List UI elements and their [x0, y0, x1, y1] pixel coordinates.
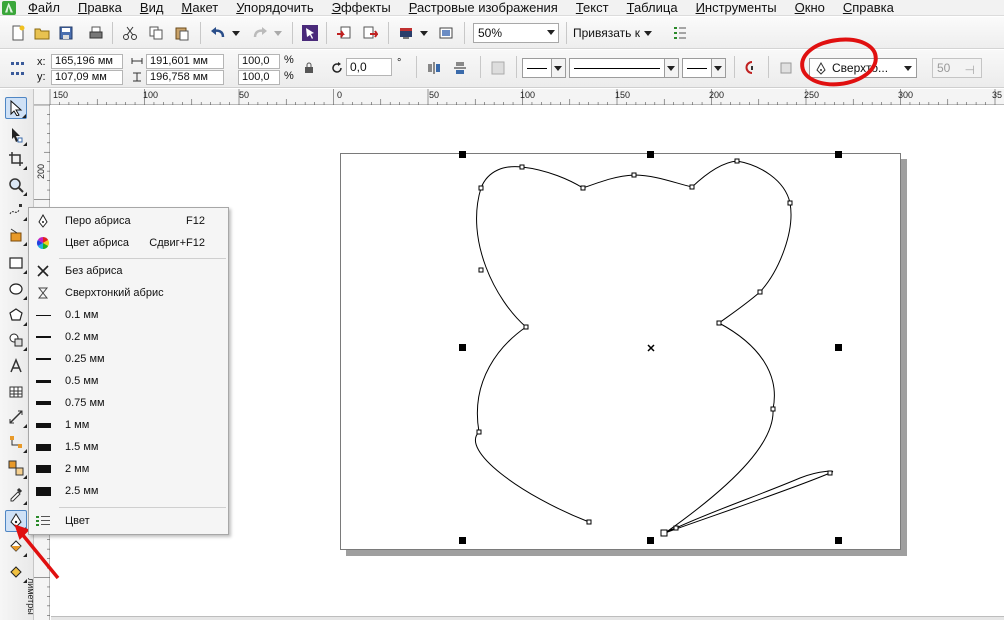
menu-bar: Файл Правка Вид Макет Упорядочить Эффект…: [0, 0, 1004, 16]
redo-icon[interactable]: [250, 23, 270, 43]
menu-layout[interactable]: Макет: [173, 0, 228, 16]
wrap-text-icon[interactable]: [776, 58, 796, 78]
hairline-icon: [30, 282, 56, 304]
line-style-select[interactable]: [569, 58, 679, 78]
menu-item-width-0-25[interactable]: 0.25 мм: [30, 348, 227, 370]
menu-item-width-1-5[interactable]: 1.5 мм: [30, 436, 227, 458]
menu-item-width-0-1[interactable]: 0.1 мм: [30, 304, 227, 326]
welcome-screen-icon[interactable]: [436, 23, 456, 43]
undo-icon[interactable]: [208, 23, 228, 43]
rotate-icon: [330, 61, 344, 78]
end-arrowhead-select[interactable]: [682, 58, 726, 78]
options-icon[interactable]: [670, 23, 690, 43]
line-width-icon: [30, 370, 56, 392]
menu-bitmaps[interactable]: Растровые изображения: [401, 0, 568, 16]
menu-effects[interactable]: Эффекты: [324, 0, 401, 16]
chevron-down-icon: [547, 30, 555, 35]
export-icon[interactable]: [360, 23, 380, 43]
menu-item-width-0-75[interactable]: 0.75 мм: [30, 392, 227, 414]
outline-flyout-menu: Перо абриса F12 Цвет абриса Сдвиг+F12 Бе…: [28, 207, 229, 535]
launcher-dropdown-icon[interactable]: [414, 23, 434, 43]
menu-item-width-0-2[interactable]: 0.2 мм: [30, 326, 227, 348]
chevron-down-icon: [904, 66, 912, 71]
cut-icon[interactable]: [120, 23, 140, 43]
redo-dropdown-icon[interactable]: [268, 23, 288, 43]
chevron-down-icon: [643, 31, 652, 36]
menu-item-outline-color[interactable]: Цвет абриса Сдвиг+F12: [30, 232, 227, 254]
disabled-value-field: 50 ⊣: [932, 58, 982, 78]
color-docker-icon: [30, 510, 56, 532]
close-icon: [30, 260, 56, 282]
line-width-icon: [30, 348, 56, 370]
width-icon: [131, 55, 143, 69]
menu-tools[interactable]: Инструменты: [688, 0, 787, 16]
menu-item-outline-pen[interactable]: Перо абриса F12: [30, 210, 227, 232]
line-width-icon: [30, 414, 56, 436]
undo-dropdown-icon[interactable]: [226, 23, 246, 43]
application-launcher-icon[interactable]: [396, 23, 416, 43]
height-icon: [131, 71, 143, 85]
menu-table[interactable]: Таблица: [619, 0, 688, 16]
scale-y-field[interactable]: 100,0: [238, 70, 280, 85]
start-arrowhead-select[interactable]: [522, 58, 566, 78]
color-wheel-icon: [30, 232, 56, 254]
line-width-icon: [30, 326, 56, 348]
menu-item-width-2-5[interactable]: 2.5 мм: [30, 480, 227, 502]
horizontal-ruler[interactable]: 150 100 50 0 50 100 150 200 250 300 35: [34, 89, 1004, 105]
menu-help[interactable]: Справка: [835, 0, 904, 16]
mirror-horizontal-icon[interactable]: [424, 58, 444, 78]
menu-view[interactable]: Вид: [132, 0, 174, 16]
line-width-icon: [30, 304, 56, 326]
scale-x-field[interactable]: 100,0: [238, 54, 280, 69]
menu-item-no-outline[interactable]: Без абриса: [30, 260, 227, 282]
menu-item-width-0-5[interactable]: 0.5 мм: [30, 370, 227, 392]
outline-width-select[interactable]: Сверхто...: [809, 58, 917, 78]
degree-label: °: [397, 57, 402, 69]
import-icon[interactable]: [334, 23, 354, 43]
paste-icon[interactable]: [172, 23, 192, 43]
object-width-field[interactable]: 191,601 мм: [146, 54, 224, 69]
line-width-icon: [30, 480, 56, 502]
object-height-field[interactable]: 196,758 мм: [146, 70, 224, 85]
menu-edit[interactable]: Правка: [70, 0, 132, 16]
rotation-angle-field[interactable]: 0,0: [346, 58, 392, 76]
search-content-icon[interactable]: [300, 23, 320, 43]
horizontal-scrollbar[interactable]: [51, 616, 1004, 620]
convert-to-curves-icon[interactable]: [488, 58, 508, 78]
drawing-page[interactable]: [340, 153, 901, 550]
print-icon[interactable]: [86, 23, 106, 43]
outline-pen-icon: [30, 210, 56, 232]
line-width-icon: [30, 458, 56, 480]
percent-label: %: [284, 54, 294, 66]
zoom-level-select[interactable]: 50%: [473, 23, 559, 43]
close-curve-icon[interactable]: [742, 58, 762, 78]
menu-arrange[interactable]: Упорядочить: [228, 0, 323, 16]
lock-ratio-icon[interactable]: [304, 62, 314, 77]
outline-pen-icon: [816, 61, 826, 80]
menu-window[interactable]: Окно: [787, 0, 835, 16]
menu-item-width-1[interactable]: 1 мм: [30, 414, 227, 436]
menu-item-hairline[interactable]: Сверхтонкий абрис: [30, 282, 227, 304]
menu-text[interactable]: Текст: [568, 0, 619, 16]
line-width-icon: [30, 392, 56, 414]
standard-toolbar: 50% Привязать к: [0, 17, 1004, 49]
menu-item-width-2[interactable]: 2 мм: [30, 458, 227, 480]
mirror-vertical-icon[interactable]: [450, 58, 470, 78]
menu-item-color-docker[interactable]: Цвет: [30, 510, 227, 532]
line-width-icon: [30, 436, 56, 458]
percent-label: %: [284, 70, 294, 82]
copy-icon[interactable]: [146, 23, 166, 43]
snap-to-dropdown[interactable]: Привязать к: [573, 23, 654, 43]
